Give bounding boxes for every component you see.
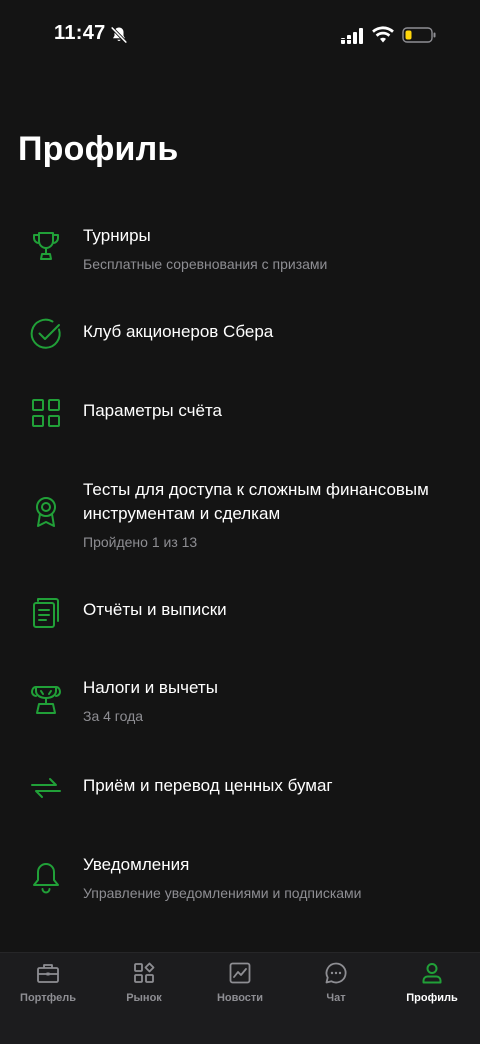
- tab-portfolio[interactable]: Портфель: [0, 953, 96, 1023]
- menu-item-title: Уведомления: [83, 855, 190, 874]
- menu-item-notifications[interactable]: Уведомления Управление уведомлениями и п…: [0, 853, 480, 903]
- status-bar: 11:47: [0, 0, 480, 72]
- wifi-icon: [372, 26, 394, 43]
- menu-item-title: Параметры счёта: [83, 401, 223, 420]
- tab-label: Новости: [216, 992, 264, 1004]
- menu-item-account-settings[interactable]: Параметры счёта: [0, 393, 480, 433]
- tab-label: Портфель: [20, 992, 76, 1004]
- tab-market[interactable]: Рынок: [96, 953, 192, 1023]
- bell-icon: [33, 863, 59, 894]
- menu-item-title: Турниры: [83, 226, 151, 245]
- news-chart-icon: [229, 962, 251, 984]
- menu-item-subtitle: Пройдено 1 из 13: [83, 534, 198, 550]
- menu-item-qualification-tests[interactable]: Тесты для доступа к сложным финансовым и…: [0, 478, 480, 550]
- tab-label: Чат: [326, 992, 346, 1004]
- cellular-signal-icon: [341, 28, 363, 44]
- menu-item-taxes[interactable]: Налоги и вычеты За 4 года: [0, 676, 480, 726]
- status-time: 11:47: [54, 22, 106, 44]
- menu-item-title: Тесты для доступа к сложным финансовым и…: [83, 480, 429, 523]
- grid-icon: [32, 399, 60, 427]
- menu-item-subtitle: Бесплатные соревнования с призами: [83, 256, 328, 272]
- menu-item-title: Приём и перевод ценных бумаг: [83, 776, 333, 795]
- menu-item-subtitle: За 4 года: [83, 708, 144, 724]
- battery-icon: [402, 27, 436, 43]
- page-title: Профиль: [18, 130, 179, 168]
- chat-icon: [325, 962, 347, 984]
- menu-item-title: Налоги и вычеты: [83, 678, 218, 697]
- menu-item-tournaments[interactable]: Турниры Бесплатные соревнования с призам…: [0, 222, 480, 282]
- tab-news[interactable]: Новости: [192, 953, 288, 1023]
- menu-item-title: Клуб акционеров Сбера: [83, 322, 274, 341]
- menu-item-title: Отчёты и выписки: [83, 600, 227, 619]
- menu-item-securities-transfer[interactable]: Приём и перевод ценных бумаг: [0, 768, 480, 808]
- menu-item-reports[interactable]: Отчёты и выписки: [0, 592, 480, 632]
- tab-label: Рынок: [126, 992, 162, 1004]
- market-icon: [134, 962, 155, 983]
- tab-label: Профиль: [406, 992, 458, 1004]
- profile-icon: [422, 963, 442, 984]
- menu-item-subtitle: Управление уведомлениями и подписками: [83, 885, 362, 901]
- badge-icon: [36, 497, 56, 527]
- tab-profile[interactable]: Профиль: [384, 953, 480, 1023]
- taxes-icon: [31, 686, 61, 714]
- trophy-icon: [33, 232, 59, 260]
- documents-icon: [33, 598, 59, 628]
- transfer-arrows-icon: [31, 778, 61, 798]
- bell-muted-icon: [110, 26, 128, 44]
- tab-chat[interactable]: Чат: [288, 953, 384, 1023]
- briefcase-icon: [37, 964, 59, 983]
- bottom-tab-bar: Портфель Рынок Новости Чат Профиль: [0, 952, 480, 1044]
- menu-item-shareholders-club[interactable]: Клуб акционеров Сбера: [0, 314, 480, 354]
- checkmark-circle-icon: [30, 318, 61, 349]
